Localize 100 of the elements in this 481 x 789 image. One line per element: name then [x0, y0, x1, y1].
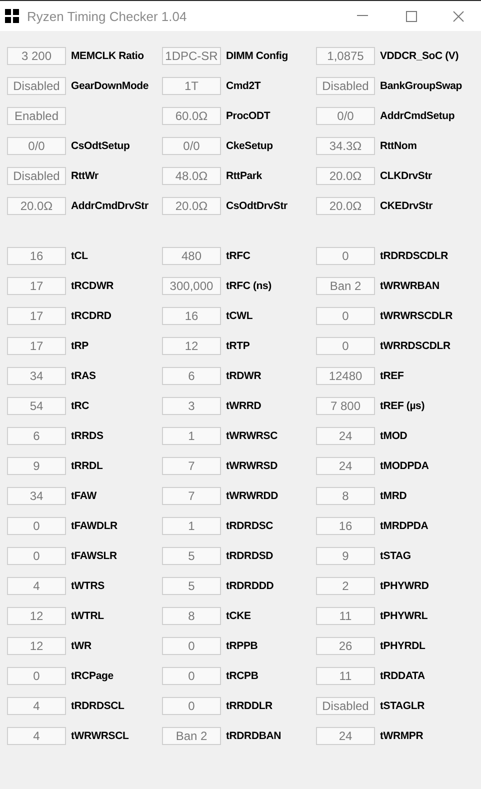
value-field[interactable]: Disabled [316, 77, 375, 95]
value-field[interactable]: 16 [7, 247, 66, 265]
value-field[interactable]: 0 [162, 637, 221, 655]
setting-label: tMRDPDA [380, 520, 428, 532]
value-field[interactable]: 4 [7, 697, 66, 715]
setting-label: tRP [71, 340, 88, 352]
value-field[interactable]: 34 [7, 367, 66, 385]
value-field[interactable]: Disabled [316, 697, 375, 715]
setting-label: tSTAGLR [380, 700, 424, 712]
value-field[interactable]: 0 [316, 307, 375, 325]
value-field[interactable]: 0 [162, 667, 221, 685]
value-field[interactable]: 2 [316, 577, 375, 595]
value-field[interactable]: 16 [316, 517, 375, 535]
setting-label: tWRWRDD [226, 490, 278, 502]
value-field[interactable]: 34 [7, 487, 66, 505]
value-field[interactable]: 9 [316, 547, 375, 565]
value-field[interactable]: 20.0Ω [162, 197, 221, 215]
value-field[interactable]: 9 [7, 457, 66, 475]
value-field[interactable]: 0 [316, 337, 375, 355]
close-icon[interactable] [453, 10, 464, 22]
value-field[interactable]: 17 [7, 277, 66, 295]
value-field[interactable]: 11 [316, 667, 375, 685]
setting-label: tCKE [226, 610, 251, 622]
value-field[interactable]: 12 [7, 637, 66, 655]
setting-label: tPHYRDL [380, 640, 426, 652]
value-field[interactable]: 0 [7, 667, 66, 685]
value-field[interactable]: 8 [162, 607, 221, 625]
value-field[interactable]: 1 [162, 517, 221, 535]
value-field[interactable]: 20.0Ω [316, 197, 375, 215]
value-field[interactable]: 26 [316, 637, 375, 655]
value-field[interactable]: 0/0 [7, 137, 66, 155]
setting-label: tMOD [380, 430, 408, 442]
setting-label: tWRWRSC [226, 430, 278, 442]
value-field[interactable]: 17 [7, 307, 66, 325]
setting-label: tWRWRSD [226, 460, 278, 472]
setting-label: tRCPage [71, 670, 114, 682]
value-field[interactable]: 11 [316, 607, 375, 625]
setting-label: tRTP [226, 340, 250, 352]
value-field[interactable]: Disabled [7, 77, 66, 95]
setting-label: Cmd2T [226, 80, 261, 92]
value-field[interactable]: 12480 [316, 367, 375, 385]
maximize-icon[interactable] [406, 10, 417, 22]
value-field[interactable]: 20.0Ω [316, 167, 375, 185]
setting-label: tRRDS [71, 430, 104, 442]
setting-label: AddrCmdDrvStr [71, 200, 148, 212]
value-field[interactable]: 0 [7, 547, 66, 565]
value-field[interactable]: 17 [7, 337, 66, 355]
value-field[interactable]: 20.0Ω [7, 197, 66, 215]
value-field[interactable]: 0/0 [316, 107, 375, 125]
setting-label: CLKDrvStr [380, 170, 432, 182]
setting-label: tRDRDSCDLR [380, 250, 448, 262]
setting-label: tREF [380, 370, 404, 382]
value-field[interactable]: 5 [162, 547, 221, 565]
value-field[interactable]: 12 [7, 607, 66, 625]
value-field[interactable]: 0 [7, 517, 66, 535]
value-field[interactable]: 24 [316, 727, 375, 745]
value-field[interactable]: 5 [162, 577, 221, 595]
setting-label: tREF (µs) [380, 400, 424, 412]
value-field[interactable]: 480 [162, 247, 221, 265]
setting-label: tRPPB [226, 640, 258, 652]
value-field[interactable]: 7 800 [316, 397, 375, 415]
setting-label: tRCDWR [71, 280, 114, 292]
setting-label: AddrCmdSetup [380, 110, 455, 122]
value-field[interactable]: 24 [316, 427, 375, 445]
value-field[interactable]: 12 [162, 337, 221, 355]
value-field[interactable]: Ban 2 [316, 277, 375, 295]
value-field[interactable]: 300,000 [162, 277, 221, 295]
value-field[interactable]: 8 [316, 487, 375, 505]
value-field[interactable]: 60.0Ω [162, 107, 221, 125]
setting-label: CsOdtSetup [71, 140, 130, 152]
setting-label: RttWr [71, 170, 98, 182]
value-field[interactable]: 3 200 [7, 47, 66, 65]
value-field[interactable]: 0 [316, 247, 375, 265]
value-field[interactable]: 4 [7, 727, 66, 745]
value-field[interactable]: Ban 2 [162, 727, 221, 745]
setting-label: tWTRS [71, 580, 104, 592]
value-field[interactable]: 4 [7, 577, 66, 595]
value-field[interactable]: 7 [162, 487, 221, 505]
value-field[interactable]: 0/0 [162, 137, 221, 155]
value-field[interactable]: Disabled [7, 167, 66, 185]
value-field[interactable]: 3 [162, 397, 221, 415]
value-field[interactable]: 48.0Ω [162, 167, 221, 185]
value-field[interactable]: 0 [162, 697, 221, 715]
value-field[interactable]: 34.3Ω [316, 137, 375, 155]
value-field[interactable]: 6 [7, 427, 66, 445]
setting-label: BankGroupSwap [380, 80, 462, 92]
value-field[interactable]: 1 [162, 427, 221, 445]
value-field[interactable]: 24 [316, 457, 375, 475]
setting-label: tRRDL [71, 460, 103, 472]
minimize-icon[interactable] [357, 15, 368, 17]
value-field[interactable]: 54 [7, 397, 66, 415]
value-field[interactable]: 1,0875 [316, 47, 375, 65]
value-field[interactable]: 1DPC-SR [162, 47, 221, 65]
window-title: Ryzen Timing Checker 1.04 [27, 8, 187, 24]
value-field[interactable]: Enabled [7, 107, 66, 125]
value-field[interactable]: 6 [162, 367, 221, 385]
setting-label: DIMM Config [226, 50, 288, 62]
value-field[interactable]: 7 [162, 457, 221, 475]
value-field[interactable]: 16 [162, 307, 221, 325]
value-field[interactable]: 1T [162, 77, 221, 95]
